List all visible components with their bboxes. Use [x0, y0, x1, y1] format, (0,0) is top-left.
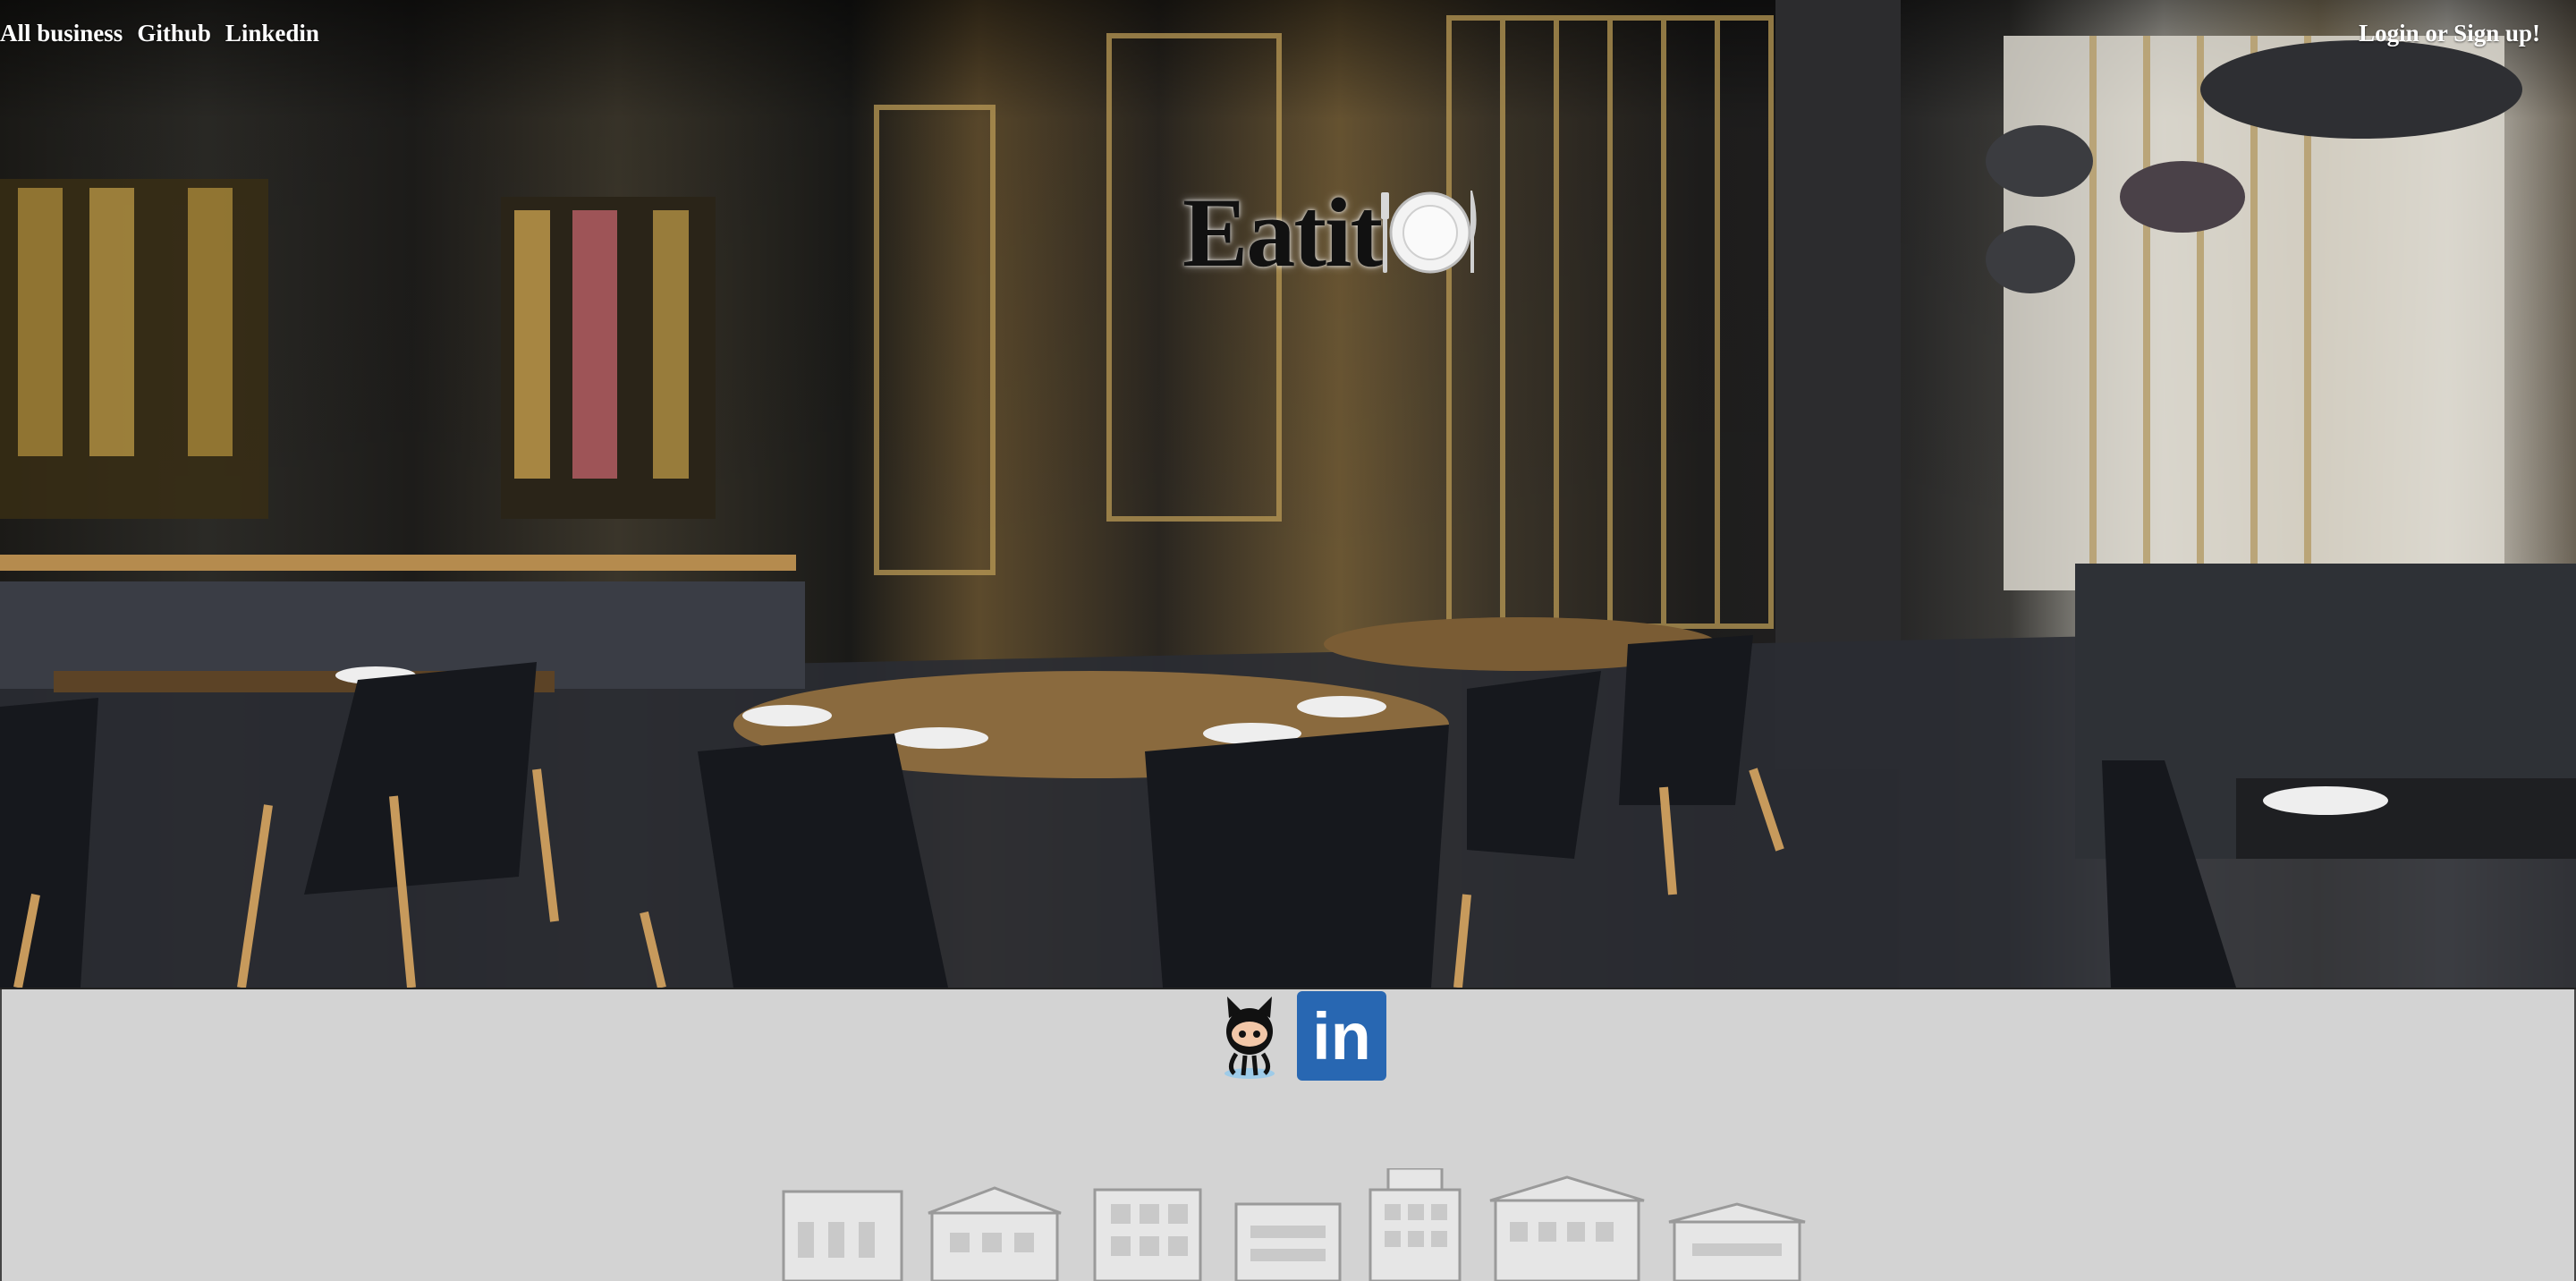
footer: in — [0, 989, 2576, 1281]
social-links: in — [1209, 991, 1386, 1081]
nav-github-link[interactable]: Github — [137, 20, 211, 47]
plate-fork-knife-icon — [1381, 191, 1477, 274]
github-octocat-icon[interactable] — [1209, 991, 1290, 1081]
hero-banner: All business Github Linkedin Login or Si… — [0, 0, 2576, 989]
linkedin-icon[interactable]: in — [1297, 991, 1386, 1081]
top-nav: All business Github Linkedin Login or Si… — [0, 20, 2576, 55]
site-logo[interactable]: Eatit — [1182, 178, 1479, 287]
restaurant-background-image — [0, 0, 2576, 988]
nav-all-business-link[interactable]: All business — [0, 20, 123, 47]
nav-linkedin-link[interactable]: Linkedin — [225, 20, 319, 47]
storefronts-illustration — [782, 1168, 1806, 1281]
login-signup-link[interactable]: Login or Sign up! — [2359, 20, 2540, 47]
nav-auth: Login or Sign up! — [2359, 20, 2540, 47]
nav-links: All business Github Linkedin — [0, 20, 319, 47]
logo-text: Eatit — [1182, 177, 1383, 287]
